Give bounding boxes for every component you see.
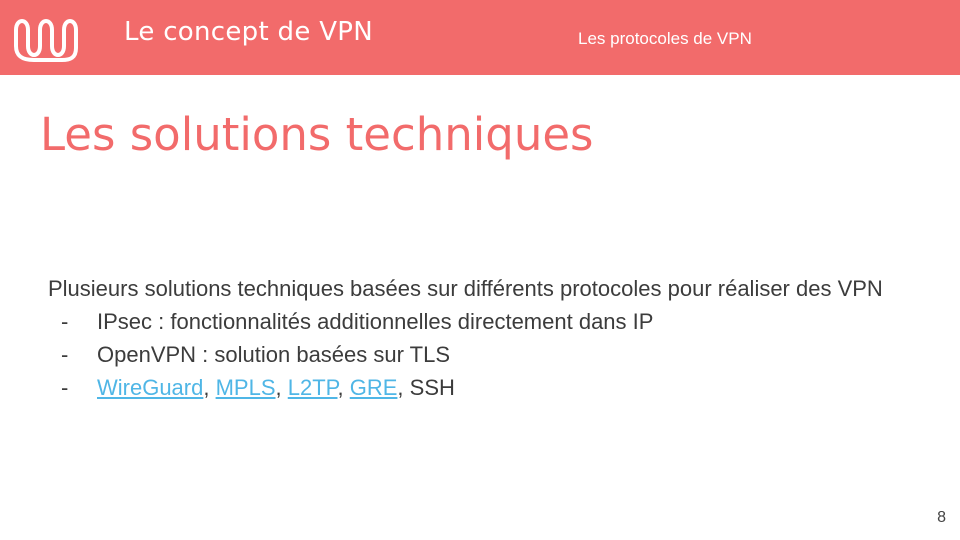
section-title: Les protocoles de VPN	[578, 29, 752, 48]
header-bar: Le concept de VPN Les protocoles de VPN	[0, 0, 960, 75]
link-wireguard[interactable]: WireGuard	[97, 375, 203, 400]
page-number: 8	[937, 509, 946, 526]
bullet-dash: -	[61, 309, 69, 334]
deck-title: Le concept de VPN	[124, 17, 374, 47]
bullet-tail-ssh: SSH	[409, 375, 455, 400]
wavy-logo-icon	[14, 19, 78, 62]
bullet-ipsec: - IPsec : fonctionnalités additionnelles…	[48, 305, 918, 338]
separator: ,	[203, 375, 216, 400]
bullet-other-protocols: - WireGuard, MPLS, L2TP, GRE, SSH	[48, 371, 918, 404]
bullet-list: - IPsec : fonctionnalités additionnelles…	[48, 305, 918, 404]
bullet-openvpn: - OpenVPN : solution basées sur TLS	[48, 338, 918, 371]
separator: ,	[337, 375, 350, 400]
separator: ,	[397, 375, 410, 400]
link-gre[interactable]: GRE	[350, 375, 398, 400]
intro-paragraph: Plusieurs solutions techniques basées su…	[48, 276, 883, 301]
bullet-text: IPsec : fonctionnalités additionnelles d…	[97, 309, 654, 334]
separator: ,	[275, 375, 288, 400]
bullet-dash: -	[61, 342, 69, 367]
link-mpls[interactable]: MPLS	[216, 375, 276, 400]
bullet-dash: -	[61, 375, 69, 400]
bullet-text: OpenVPN : solution basées sur TLS	[97, 342, 451, 367]
slide-body: Plusieurs solutions techniques basées su…	[48, 272, 918, 404]
slide-title: Les solutions techniques	[40, 108, 594, 161]
link-l2tp[interactable]: L2TP	[288, 375, 338, 400]
